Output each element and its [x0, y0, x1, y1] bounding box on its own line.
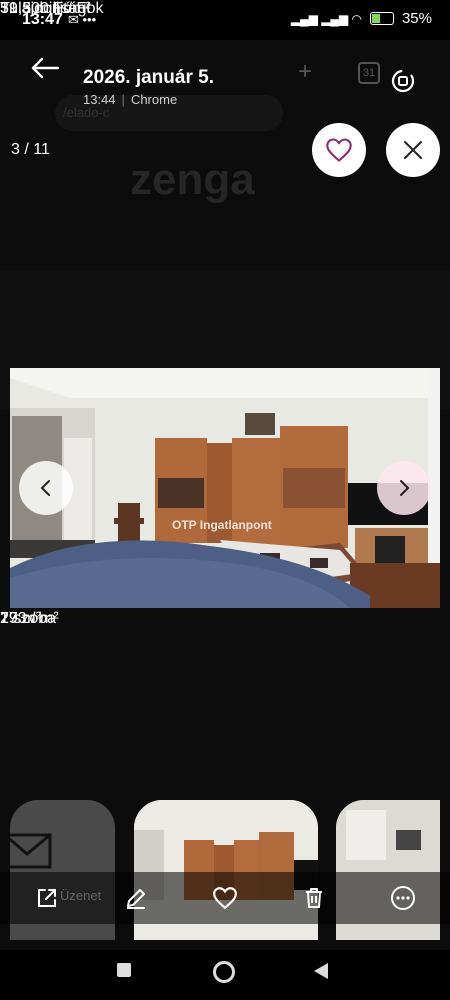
- room-photo-image: [10, 368, 440, 608]
- photo-date: 2026. január 5.: [83, 67, 214, 88]
- next-image-button[interactable]: [377, 461, 431, 515]
- close-button[interactable]: [386, 123, 440, 177]
- triangle-back-icon: [314, 963, 328, 979]
- favorite-button[interactable]: [312, 123, 366, 177]
- thumb-label: Üzenet: [60, 888, 102, 903]
- room-photo: OTP Ingatlanpont: [10, 368, 440, 608]
- home-button[interactable]: [213, 961, 235, 983]
- bg-rooms: 2 szoba: [0, 610, 57, 627]
- tabs-icon: 31: [358, 62, 380, 84]
- trash-icon: [306, 888, 322, 908]
- image-counter: 3 / 11: [11, 141, 50, 158]
- chevron-right-icon: [400, 480, 410, 496]
- share-icon: [38, 889, 56, 907]
- edit-button[interactable]: [122, 884, 150, 912]
- photo-meta: 13:44 | Chrome: [83, 92, 178, 107]
- photo-app: Chrome: [130, 92, 178, 107]
- back-arrow-icon: [31, 57, 60, 79]
- more-icon: [391, 886, 415, 910]
- system-back-button[interactable]: [312, 961, 330, 986]
- recents-button[interactable]: [117, 963, 131, 977]
- heart-icon: [326, 138, 352, 162]
- share-button[interactable]: [33, 884, 61, 912]
- photo-watermark: OTP Ingatlanpont: [172, 518, 272, 532]
- photo-time: 13:44: [83, 92, 116, 107]
- heart-outline-icon: [213, 887, 237, 910]
- more-button[interactable]: [389, 884, 417, 912]
- chevron-left-icon: [40, 480, 50, 496]
- bg-properties-link: Tulajdonságok: [0, 0, 104, 17]
- edit-icon: [127, 889, 145, 909]
- back-button[interactable]: [30, 56, 60, 85]
- rotate-button[interactable]: [390, 68, 416, 99]
- like-button[interactable]: [211, 884, 239, 912]
- rotate-icon: [391, 69, 415, 93]
- previous-image-button[interactable]: [19, 461, 73, 515]
- close-icon: [404, 141, 422, 159]
- new-tab-icon: +: [298, 58, 313, 85]
- delete-button[interactable]: [300, 884, 328, 912]
